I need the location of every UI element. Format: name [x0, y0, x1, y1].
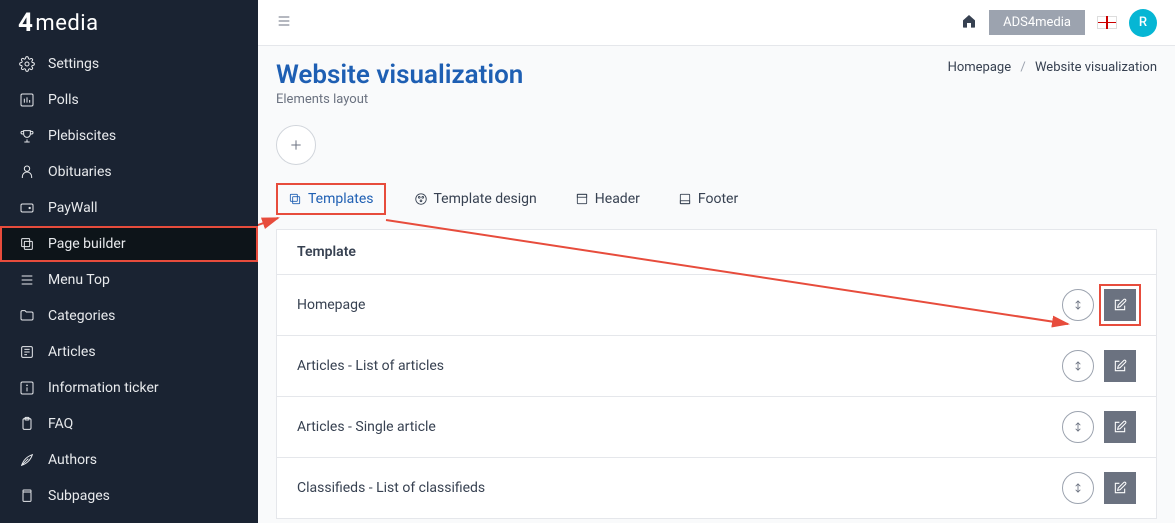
breadcrumb-item: Website visualization: [1035, 60, 1157, 75]
folder-icon: [18, 307, 36, 325]
sidebar-item-label: Settings: [48, 56, 99, 72]
table-row: Articles - List of articles: [277, 335, 1156, 396]
logo-mark: 4: [18, 8, 33, 38]
hamburger-icon[interactable]: [276, 13, 292, 33]
table-row: Classifieds - List of classifieds: [277, 457, 1156, 518]
person-icon: [18, 163, 36, 181]
menu-icon: [18, 271, 36, 289]
reorder-button[interactable]: [1062, 411, 1094, 443]
wallet-icon: [18, 199, 36, 217]
sidebar-item-faq[interactable]: FAQ: [0, 406, 258, 442]
topbar: ADS4media R: [258, 0, 1175, 46]
sidebar-item-label: Page builder: [48, 236, 126, 252]
sidebar-item-authors[interactable]: Authors: [0, 442, 258, 478]
sidebar-item-information-ticker[interactable]: Information ticker: [0, 370, 258, 406]
bar-chart-icon: [18, 91, 36, 109]
sidebar-item-plebiscites[interactable]: Plebiscites: [0, 118, 258, 154]
edit-icon: [1113, 298, 1127, 312]
clipboard-icon: [18, 415, 36, 433]
newspaper-icon: [18, 343, 36, 361]
tab-label: Footer: [698, 191, 738, 207]
sidebar-item-label: Subpages: [48, 488, 110, 504]
sidebar-item-page-builder[interactable]: Page builder: [0, 226, 258, 262]
home-icon[interactable]: [961, 13, 977, 33]
main-content: Website visualization Elements layout Ho…: [258, 46, 1175, 523]
edit-button[interactable]: [1104, 411, 1136, 443]
add-button[interactable]: [276, 125, 316, 165]
row-label: Classifieds - List of classifieds: [297, 480, 485, 496]
breadcrumb: Homepage / Website visualization: [948, 60, 1157, 75]
tab-footer[interactable]: Footer: [668, 185, 748, 213]
gear-icon: [18, 55, 36, 73]
sidebar-item-label: Polls: [48, 92, 79, 108]
edit-button[interactable]: [1104, 472, 1136, 504]
sidebar-item-label: Menu Top: [48, 272, 110, 288]
row-label: Articles - List of articles: [297, 358, 444, 374]
sidebar-item-label: Plebiscites: [48, 128, 116, 144]
sidebar-item-label: Obituaries: [48, 164, 112, 180]
reorder-button[interactable]: [1062, 472, 1094, 504]
footer-icon: [678, 192, 692, 206]
sidebar-item-label: Authors: [48, 452, 97, 468]
page-title: Website visualization: [276, 60, 523, 90]
edit-icon: [1113, 481, 1127, 495]
panel-heading: Template: [277, 230, 1156, 274]
edit-icon: [1113, 420, 1127, 434]
logo-text: media: [35, 11, 98, 36]
sidebar-item-label: Categories: [48, 308, 115, 324]
move-vertical-icon: [1071, 420, 1085, 434]
sidebar-item-menu-top[interactable]: Menu Top: [0, 262, 258, 298]
language-flag-icon[interactable]: [1097, 16, 1117, 29]
row-label: Articles - Single article: [297, 419, 436, 435]
tabs: Templates Template design Header Footer: [276, 183, 1157, 225]
sidebar-item-subpages[interactable]: Subpages: [0, 478, 258, 514]
sidebar-item-paywall[interactable]: PayWall: [0, 190, 258, 226]
table-row: Articles - Single article: [277, 396, 1156, 457]
design-icon: [414, 192, 428, 206]
account-badge[interactable]: ADS4media: [989, 10, 1085, 35]
sidebar: 4media Settings Polls Plebiscites Obitua…: [0, 0, 258, 523]
tab-template-design[interactable]: Template design: [404, 185, 547, 213]
sidebar-item-polls[interactable]: Polls: [0, 82, 258, 118]
header-icon: [575, 192, 589, 206]
reorder-button[interactable]: [1062, 350, 1094, 382]
avatar[interactable]: R: [1129, 9, 1157, 37]
info-icon: [18, 379, 36, 397]
table-row: Homepage: [277, 274, 1156, 335]
templates-panel: Template Homepage Articles - List of art…: [276, 229, 1157, 519]
tab-header[interactable]: Header: [565, 185, 650, 213]
pages-icon: [18, 487, 36, 505]
sidebar-item-obituaries[interactable]: Obituaries: [0, 154, 258, 190]
move-vertical-icon: [1071, 298, 1085, 312]
feather-icon: [18, 451, 36, 469]
sidebar-item-label: Articles: [48, 344, 96, 360]
sidebar-item-label: PayWall: [48, 200, 98, 216]
sidebar-item-label: FAQ: [48, 416, 73, 432]
sidebar-item-label: Information ticker: [48, 380, 159, 396]
sidebar-item-categories[interactable]: Categories: [0, 298, 258, 334]
brand-logo: 4media: [0, 0, 258, 46]
page-subtitle: Elements layout: [276, 92, 523, 107]
edit-button[interactable]: [1104, 350, 1136, 382]
tab-label: Header: [595, 191, 640, 207]
row-label: Homepage: [297, 297, 365, 313]
templates-icon: [288, 192, 302, 206]
tab-label: Template design: [434, 191, 537, 207]
sidebar-item-settings[interactable]: Settings: [0, 46, 258, 82]
breadcrumb-item[interactable]: Homepage: [948, 60, 1012, 75]
trophy-icon: [18, 127, 36, 145]
tab-templates[interactable]: Templates: [276, 183, 386, 215]
reorder-button[interactable]: [1062, 289, 1094, 321]
edit-button[interactable]: [1104, 289, 1136, 321]
tab-label: Templates: [308, 191, 374, 207]
breadcrumb-separator: /: [1020, 60, 1025, 75]
move-vertical-icon: [1071, 481, 1085, 495]
edit-icon: [1113, 359, 1127, 373]
layers-icon: [18, 235, 36, 253]
sidebar-item-articles[interactable]: Articles: [0, 334, 258, 370]
plus-icon: [288, 137, 304, 153]
move-vertical-icon: [1071, 359, 1085, 373]
